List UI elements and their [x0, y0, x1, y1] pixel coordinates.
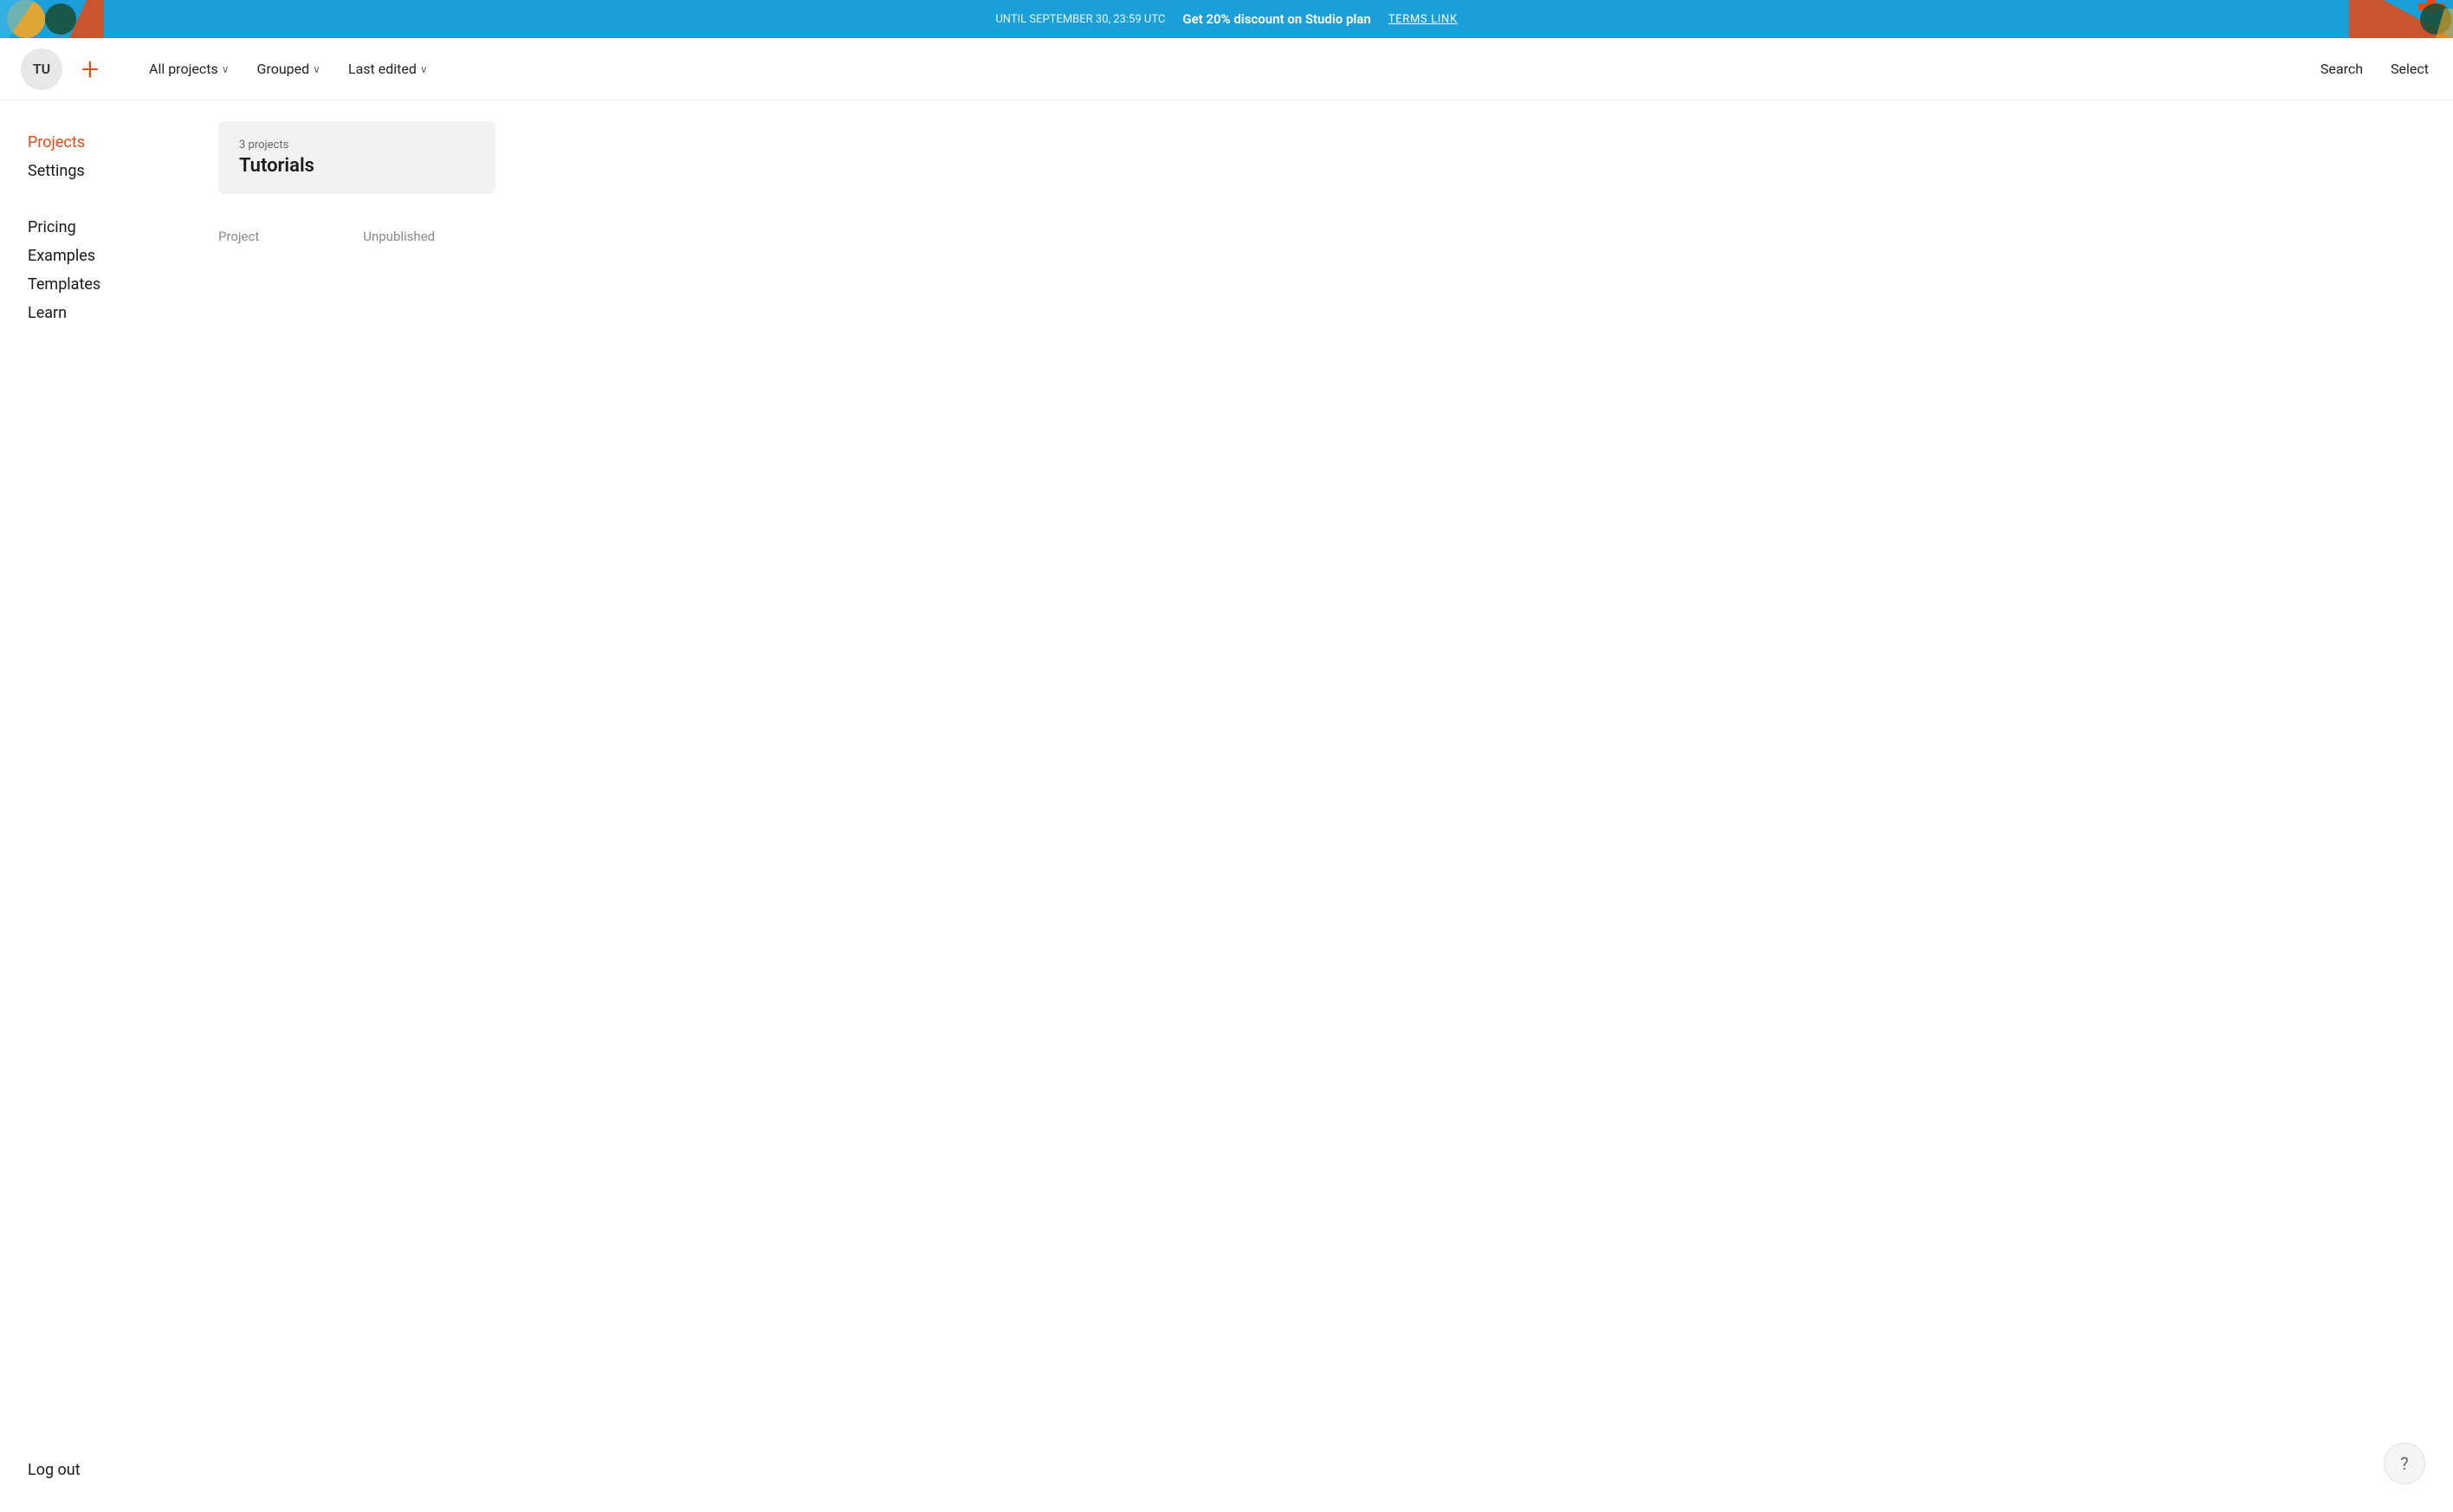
sidebar-item-examples[interactable]: Examples — [21, 242, 170, 270]
sidebar-item-learn[interactable]: Learn — [21, 299, 170, 327]
avatar[interactable]: TU — [21, 48, 62, 90]
main-content: 3 projects Tutorials Project Unpublished — [191, 100, 2453, 1512]
group-card-count: 3 projects — [239, 139, 475, 152]
nav-grouped[interactable]: Grouped ∨ — [247, 54, 331, 84]
sidebar-main-group: Projects Settings — [21, 128, 170, 185]
nav-all-projects[interactable]: All projects ∨ — [139, 54, 240, 84]
sidebar-item-templates[interactable]: Templates — [21, 270, 170, 299]
header-actions: Search Select — [2317, 54, 2432, 84]
corner-decoration-left — [0, 0, 104, 38]
header-nav: All projects ∨ Grouped ∨ Last edited ∨ — [139, 54, 2317, 84]
project-list-header: Project Unpublished — [218, 222, 2425, 251]
nav-grouped-chevron: ∨ — [313, 63, 320, 75]
sidebar-item-pricing[interactable]: Pricing — [21, 213, 170, 242]
corner-decoration-right — [2349, 0, 2453, 38]
search-button[interactable]: Search — [2317, 54, 2366, 84]
sidebar-item-projects[interactable]: Projects — [21, 128, 170, 157]
nav-all-projects-chevron: ∨ — [222, 63, 230, 75]
sidebar-divider — [21, 196, 170, 210]
sidebar-links-group: Pricing Examples Templates Learn — [21, 213, 170, 327]
nav-last-edited[interactable]: Last edited ∨ — [338, 54, 438, 84]
promo-main: Get 20% discount on Studio plan — [1182, 11, 1370, 27]
app-layout: Projects Settings Pricing Examples Templ… — [0, 100, 2453, 1512]
nav-grouped-label: Grouped — [257, 61, 310, 77]
promo-until: UNTIL SEPTEMBER 30, 23:59 UTC — [995, 13, 1165, 26]
project-col-label: Project — [218, 229, 259, 244]
nav-last-edited-chevron: ∨ — [420, 63, 428, 75]
plus-icon: + — [81, 54, 99, 85]
sidebar: Projects Settings Pricing Examples Templ… — [0, 100, 191, 1512]
help-button[interactable]: ? — [2384, 1443, 2425, 1484]
promo-terms[interactable]: TERMS LINK — [1388, 13, 1458, 26]
unpublished-col-label: Unpublished — [363, 229, 435, 244]
promo-banner: UNTIL SEPTEMBER 30, 23:59 UTC Get 20% di… — [0, 0, 2453, 38]
nav-last-edited-label: Last edited — [348, 61, 417, 77]
main-header: TU + All projects ∨ Grouped ∨ Last edite… — [0, 38, 2453, 100]
tutorials-group-card[interactable]: 3 projects Tutorials — [218, 121, 495, 194]
logout-button[interactable]: Log out — [21, 1456, 170, 1484]
group-card-name: Tutorials — [239, 155, 475, 177]
sidebar-item-settings[interactable]: Settings — [21, 157, 170, 185]
new-project-button[interactable]: + — [69, 48, 111, 90]
help-icon: ? — [2400, 1453, 2408, 1474]
nav-all-projects-label: All projects — [149, 61, 218, 77]
select-button[interactable]: Select — [2387, 54, 2432, 84]
